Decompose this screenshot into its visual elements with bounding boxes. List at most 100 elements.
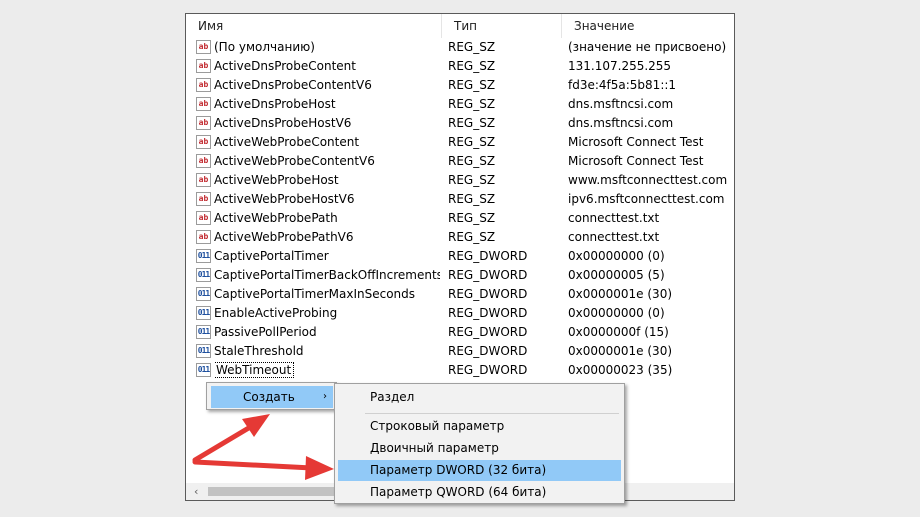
submenu-item-dword-param-label: Параметр DWORD (32 бита) [370, 463, 547, 477]
row-name-text: WebTimeout [214, 362, 295, 378]
row-value: 0x00000000 (0) [568, 306, 665, 320]
row-name: ActiveWebProbeContentV6 [214, 152, 440, 171]
row-value: ipv6.msftconnecttest.com [568, 192, 725, 206]
table-row[interactable]: ab ActiveWebProbePathV6 REG_SZ connecttest.… [186, 228, 734, 247]
menu-item-create[interactable]: Создать › [211, 386, 333, 408]
row-type: REG_DWORD [448, 268, 528, 282]
row-value: www.msftconnecttest.com [568, 173, 728, 187]
table-row[interactable]: 011 CaptivePortalTimerMaxInSeconds REG_DWO… [186, 285, 734, 304]
table-row[interactable]: 011 StaleThreshold REG_DWORD 0x0000001e (30… [186, 342, 734, 361]
dword-value-icon: 011 [196, 363, 211, 377]
table-row[interactable]: ab ActiveWebProbePath REG_SZ connecttest.tx… [186, 209, 734, 228]
table-row[interactable]: ab ActiveWebProbeHostV6 REG_SZ ipv6.msftcon… [186, 190, 734, 209]
string-value-icon: ab [196, 192, 211, 206]
dword-value-icon: 011 [196, 306, 211, 320]
row-type: REG_SZ [448, 59, 496, 73]
row-value: 0x0000001e (30) [568, 344, 673, 358]
table-row[interactable]: ab ActiveWebProbeHost REG_SZ www.msftconnec… [186, 171, 734, 190]
row-name-text: ActiveWebProbePathV6 [214, 230, 354, 244]
row-name-text: StaleThreshold [214, 344, 304, 358]
row-name-text: PassivePollPeriod [214, 325, 317, 339]
row-name: EnableActiveProbing [214, 304, 440, 323]
string-value-icon: ab [196, 154, 211, 168]
submenu-item-binary-param-label: Двоичный параметр [370, 441, 499, 455]
table-row[interactable]: 011 PassivePollPeriod REG_DWORD 0x0000000f … [186, 323, 734, 342]
row-name-text: EnableActiveProbing [214, 306, 338, 320]
table-row[interactable]: 011 CaptivePortalTimer REG_DWORD 0x00000000… [186, 247, 734, 266]
list-header: Имя Тип Значение [186, 14, 734, 38]
column-header-name[interactable]: Имя [186, 14, 442, 38]
row-value: 0x00000023 (35) [568, 363, 673, 377]
row-name: (По умолчанию) [214, 38, 440, 57]
table-row[interactable]: ab ActiveDnsProbeHostV6 REG_SZ dns.msftncsi… [186, 114, 734, 133]
row-name: ActiveDnsProbeHost [214, 95, 440, 114]
row-type: REG_SZ [448, 116, 496, 130]
column-header-type[interactable]: Тип [442, 14, 562, 38]
row-name-text: CaptivePortalTimer [214, 249, 329, 263]
row-type: REG_SZ [448, 230, 496, 244]
dword-value-icon: 011 [196, 325, 211, 339]
table-row[interactable]: ab ActiveDnsProbeContent REG_SZ 131.107.255… [186, 57, 734, 76]
row-name-text: ActiveWebProbeContent [214, 135, 360, 149]
row-type: REG_SZ [448, 173, 496, 187]
table-row[interactable]: ab ActiveWebProbeContent REG_SZ Microsoft C… [186, 133, 734, 152]
dword-value-icon: 011 [196, 268, 211, 282]
row-type: REG_SZ [448, 211, 496, 225]
table-row[interactable]: 011CaptivePortalTimerBackOffIncrementsIn… [186, 266, 734, 285]
table-row[interactable]: 011 WebTimeout REG_DWORD 0x00000023 (35) [186, 361, 734, 380]
table-row[interactable]: ab ActiveWebProbeContentV6 REG_SZ Microsoft… [186, 152, 734, 171]
row-name-text: ActiveWebProbePath [214, 211, 338, 225]
row-name-text: ActiveDnsProbeContentV6 [214, 78, 372, 92]
row-name: ActiveDnsProbeContentV6 [214, 76, 440, 95]
row-type: REG_SZ [448, 192, 496, 206]
row-value: fd3e:4f5a:5b81::1 [568, 78, 677, 92]
submenu-item-string-param-label: Строковый параметр [370, 419, 505, 433]
table-row[interactable]: ab (По умолчанию) REG_SZ (значение не присв… [186, 38, 734, 57]
column-header-value[interactable]: Значение [562, 14, 734, 38]
row-type: REG_SZ [448, 40, 496, 54]
row-type: REG_DWORD [448, 249, 528, 263]
string-value-icon: ab [196, 211, 211, 225]
submenu-item-key[interactable]: Раздел [338, 387, 621, 408]
row-name: ActiveWebProbePathV6 [214, 228, 440, 247]
row-name: CaptivePortalTimerMaxInSeconds [214, 285, 440, 304]
row-value: Microsoft Connect Test [568, 154, 704, 168]
row-name-text: CaptivePortalTimerBackOffIncrementsIn... [214, 268, 440, 282]
row-type: REG_SZ [448, 78, 496, 92]
row-name: ActiveWebProbeHostV6 [214, 190, 440, 209]
row-name: ActiveDnsProbeHostV6 [214, 114, 440, 133]
table-row[interactable]: 011 EnableActiveProbing REG_DWORD 0x0000000… [186, 304, 734, 323]
scroll-left-icon[interactable]: ‹ [194, 483, 198, 500]
submenu-item-binary-param[interactable]: Двоичный параметр [338, 438, 621, 459]
row-value: dns.msftncsi.com [568, 116, 674, 130]
row-type: REG_DWORD [448, 287, 528, 301]
row-name-text: ActiveDnsProbeContent [214, 59, 356, 73]
row-value: 0x0000000f (15) [568, 325, 669, 339]
scrollbar-thumb[interactable] [208, 487, 338, 496]
table-row[interactable]: ab ActiveDnsProbeHost REG_SZ dns.msftncsi.c… [186, 95, 734, 114]
submenu-item-string-param[interactable]: Строковый параметр [338, 416, 621, 437]
row-name-text: (По умолчанию) [214, 40, 315, 54]
row-type: REG_DWORD [448, 344, 528, 358]
row-name: WebTimeout [214, 361, 440, 380]
row-name: ActiveWebProbeHost [214, 171, 440, 190]
context-menu: Создать › [206, 382, 337, 410]
row-name-text: ActiveDnsProbeHost [214, 97, 336, 111]
string-value-icon: ab [196, 97, 211, 111]
string-value-icon: ab [196, 40, 211, 54]
row-name-text: ActiveWebProbeContentV6 [214, 154, 375, 168]
row-value: connecttest.txt [568, 230, 660, 244]
row-name: ActiveWebProbeContent [214, 133, 440, 152]
row-value: Microsoft Connect Test [568, 135, 704, 149]
table-row[interactable]: ab ActiveDnsProbeContentV6 REG_SZ fd3e:4f5a… [186, 76, 734, 95]
row-name: CaptivePortalTimerBackOffIncrementsIn... [214, 266, 440, 285]
row-name: PassivePollPeriod [214, 323, 440, 342]
menu-separator [365, 413, 619, 414]
menu-item-create-label: Создать [243, 390, 295, 404]
row-value: connecttest.txt [568, 211, 660, 225]
string-value-icon: ab [196, 116, 211, 130]
submenu-item-dword-param[interactable]: Параметр DWORD (32 бита) [338, 460, 621, 481]
submenu-item-qword-param[interactable]: Параметр QWORD (64 бита) [338, 482, 621, 503]
row-value: 0x00000000 (0) [568, 249, 665, 263]
row-value: (значение не присвоено) [568, 40, 727, 54]
